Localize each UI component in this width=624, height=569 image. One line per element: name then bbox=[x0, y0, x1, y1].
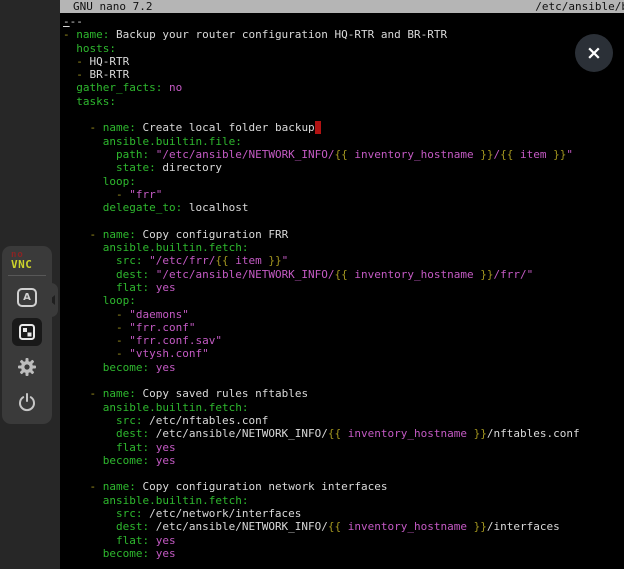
code-line bbox=[63, 108, 624, 121]
code-line: gather_facts: no bbox=[63, 81, 624, 94]
power-icon bbox=[17, 392, 37, 412]
code-line: path: "/etc/ansible/NETWORK_INFO/{{ inve… bbox=[63, 148, 624, 161]
disconnect-button[interactable] bbox=[12, 388, 42, 416]
code-line: src: /etc/nftables.conf bbox=[63, 414, 624, 427]
code-line: - name: Copy configuration network inter… bbox=[63, 480, 624, 493]
code-line: delegate_to: localhost bbox=[63, 201, 624, 214]
code-line: ansible.builtin.fetch: bbox=[63, 494, 624, 507]
code-line: - "frr.conf" bbox=[63, 321, 624, 334]
code-line: - name: Create local folder backup bbox=[63, 121, 624, 134]
code-line: flat: yes bbox=[63, 441, 624, 454]
editor-code[interactable]: ---- name: Backup your router configurat… bbox=[63, 15, 624, 560]
code-line: - "daemons" bbox=[63, 308, 624, 321]
code-line: flat: yes bbox=[63, 534, 624, 547]
nano-titlebar: GNU nano 7.2 /etc/ansible/b bbox=[60, 0, 624, 13]
gear-icon bbox=[17, 357, 37, 377]
code-line: - name: Backup your router configuration… bbox=[63, 28, 624, 41]
code-line: become: yes bbox=[63, 361, 624, 374]
nano-title: GNU nano 7.2 bbox=[73, 0, 152, 13]
code-line: - "vtysh.conf" bbox=[63, 347, 624, 360]
code-line: loop: bbox=[63, 175, 624, 188]
drag-button[interactable] bbox=[12, 318, 42, 346]
code-line: src: "/etc/frr/{{ item }}" bbox=[63, 254, 624, 267]
code-line: flat: yes bbox=[63, 281, 624, 294]
code-line: loop: bbox=[63, 294, 624, 307]
drag-icon bbox=[18, 323, 36, 341]
code-line bbox=[63, 374, 624, 387]
code-line: - BR-RTR bbox=[63, 68, 624, 81]
code-line bbox=[63, 467, 624, 480]
terminal-screen[interactable]: GNU nano 7.2 /etc/ansible/b ---- name: B… bbox=[60, 0, 624, 569]
code-line: hosts: bbox=[63, 42, 624, 55]
code-line: dest: /etc/ansible/NETWORK_INFO/{{ inven… bbox=[63, 520, 624, 533]
code-line: dest: "/etc/ansible/NETWORK_INFO/{{ inve… bbox=[63, 268, 624, 281]
code-line: ansible.builtin.file: bbox=[63, 135, 624, 148]
code-line: ansible.builtin.fetch: bbox=[63, 401, 624, 414]
code-line: ansible.builtin.fetch: bbox=[63, 241, 624, 254]
code-line: become: yes bbox=[63, 547, 624, 560]
code-line: - name: Copy configuration FRR bbox=[63, 228, 624, 241]
code-line: - HQ-RTR bbox=[63, 55, 624, 68]
close-icon: × bbox=[586, 42, 602, 64]
code-line: src: /etc/network/interfaces bbox=[63, 507, 624, 520]
panel-divider bbox=[8, 275, 46, 276]
code-line bbox=[63, 214, 624, 227]
code-line: - name: Copy saved rules nftables bbox=[63, 387, 624, 400]
novnc-logo: no VNC bbox=[11, 251, 32, 269]
keyboard-icon: A bbox=[17, 288, 37, 307]
code-line: become: yes bbox=[63, 454, 624, 467]
code-line: tasks: bbox=[63, 95, 624, 108]
code-line: - "frr" bbox=[63, 188, 624, 201]
code-line: - "frr.conf.sav" bbox=[63, 334, 624, 347]
close-button[interactable]: × bbox=[575, 34, 613, 72]
code-line: state: directory bbox=[63, 161, 624, 174]
code-line: --- bbox=[63, 15, 624, 28]
vnc-control-panel: no VNC A bbox=[2, 246, 52, 424]
settings-button[interactable] bbox=[12, 353, 42, 381]
nano-filepath: /etc/ansible/b bbox=[535, 0, 624, 13]
extra-keys-button[interactable]: A bbox=[12, 283, 42, 311]
code-line: dest: /etc/ansible/NETWORK_INFO/{{ inven… bbox=[63, 427, 624, 440]
